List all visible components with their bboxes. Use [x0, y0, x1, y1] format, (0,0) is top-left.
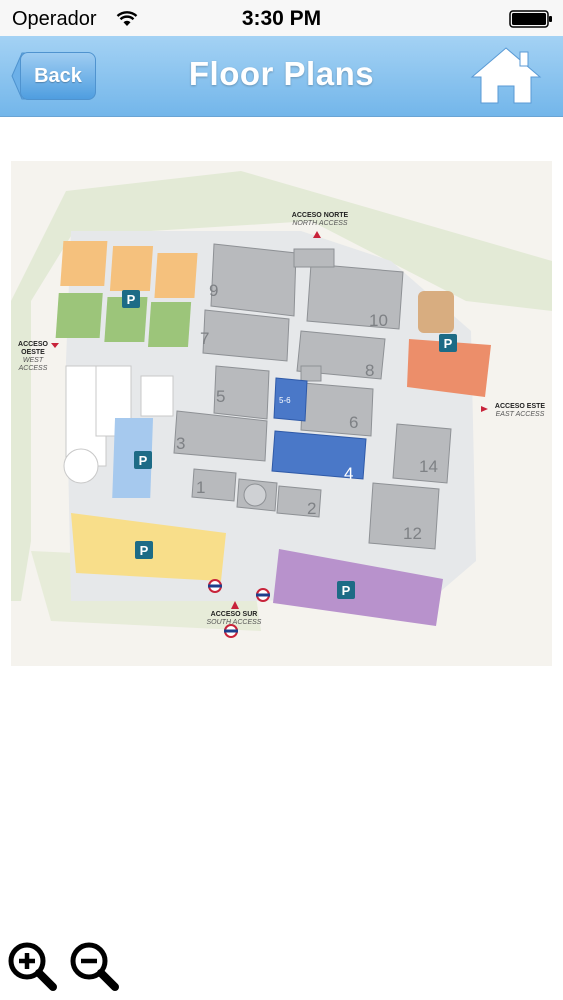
- parking-sign: P: [139, 453, 148, 468]
- hall-5-label: 5: [216, 387, 225, 406]
- south-access-label: ACCESO SUR SOUTH ACCESS: [206, 611, 262, 626]
- hall-9-label: 9: [209, 281, 218, 300]
- hall-8-label: 8: [365, 361, 374, 380]
- hall-5-6-label: 5-6: [279, 396, 291, 405]
- map-graphic: 9 7 5 3 1 2 10 8 6 14 12 5-6 4 P P P P P: [11, 161, 552, 666]
- hall-3-label: 3: [176, 434, 185, 453]
- parking-sign: P: [342, 583, 351, 598]
- hall-12-label: 12: [403, 524, 422, 543]
- parking-sign: P: [140, 543, 149, 558]
- floor-plan-map[interactable]: 9 7 5 3 1 2 10 8 6 14 12 5-6 4 P P P P P: [11, 161, 552, 666]
- zoom-in-icon[interactable]: [6, 940, 58, 992]
- parking-sign: P: [127, 292, 136, 307]
- hall-10-label: 10: [369, 311, 388, 330]
- east-access-label: ACCESO ESTE EAST ACCESS: [494, 403, 546, 418]
- west-access-label: ACCESO OESTE WEST ACCESS: [18, 341, 48, 372]
- home-icon[interactable]: [470, 46, 542, 104]
- hall-14-label: 14: [419, 457, 438, 476]
- hall-6-label: 6: [349, 413, 358, 432]
- zoom-out-icon[interactable]: [68, 940, 120, 992]
- status-bar: Operador 3:30 PM: [0, 0, 563, 36]
- hall-4-label: 4: [344, 464, 353, 483]
- hall-1-label: 1: [196, 478, 205, 497]
- north-access-label: ACCESO NORTE NORTH ACCESS: [291, 212, 349, 227]
- status-time: 3:30 PM: [241, 7, 322, 30]
- battery-full-icon: [509, 10, 552, 28]
- parking-sign: P: [444, 336, 453, 351]
- hall-7-label: 7: [200, 329, 209, 348]
- hall-2-label: 2: [307, 499, 316, 518]
